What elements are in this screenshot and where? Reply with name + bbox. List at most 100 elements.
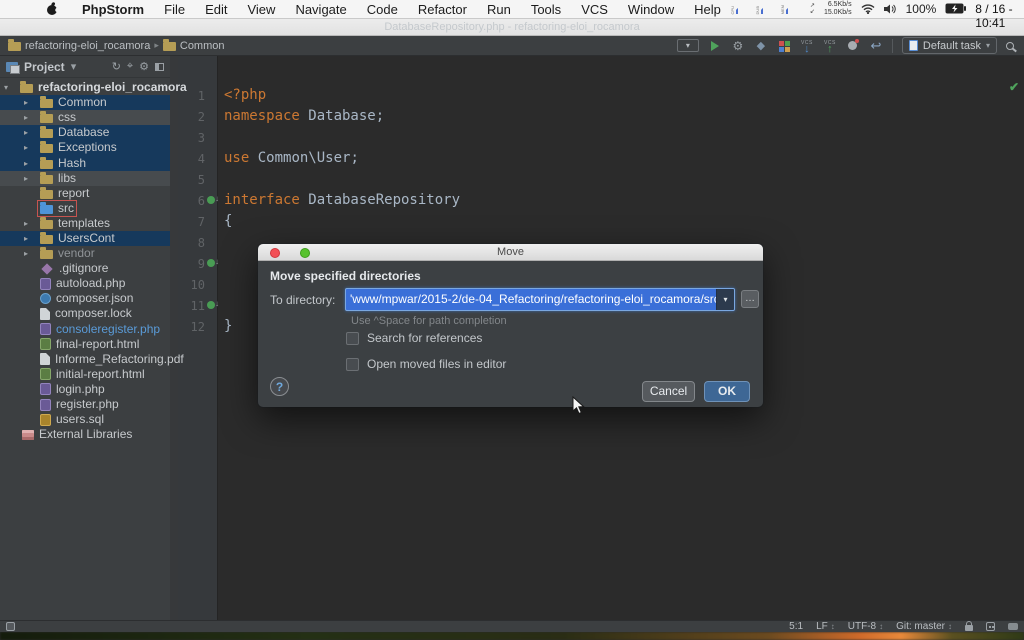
tree-row[interactable]: ▸ Hash <box>0 155 170 170</box>
tree-row[interactable]: consoleregister.php <box>0 322 170 337</box>
method-marker-icon[interactable] <box>207 196 215 204</box>
menu-item[interactable]: Window <box>618 0 684 19</box>
status-widget[interactable]: LF <box>816 621 835 632</box>
line-number[interactable]: 7 <box>178 215 218 229</box>
menu-item[interactable]: File <box>154 0 195 19</box>
open-moved-files-checkbox[interactable]: Open moved files in editor <box>346 357 506 371</box>
volume-icon[interactable] <box>884 2 897 17</box>
line-number[interactable]: 2 <box>178 110 218 124</box>
combobox-dropdown-icon[interactable]: ▾ <box>716 289 734 310</box>
expand-arrow-icon[interactable]: ▸ <box>24 113 38 122</box>
tree-row[interactable]: register.php <box>0 397 170 412</box>
expand-arrow-icon[interactable]: ▾ <box>4 83 18 92</box>
read-only-lock-icon[interactable] <box>965 625 973 631</box>
checkbox-icon[interactable] <box>346 332 359 345</box>
tool-window-toggle-icon[interactable] <box>6 622 15 631</box>
tree-row[interactable]: report <box>0 186 170 201</box>
refresh-icon[interactable]: ↻ <box>112 60 121 73</box>
help-button[interactable]: ? <box>270 377 289 396</box>
network-speeds[interactable]: 6.5Kb/s 15.0Kb/s <box>824 1 852 17</box>
line-number[interactable]: 10 <box>178 278 218 292</box>
lamp-icon[interactable] <box>846 38 860 54</box>
tree-row[interactable]: composer.lock <box>0 306 170 321</box>
status-widget[interactable]: UTF-8 <box>848 621 883 632</box>
search-for-references-checkbox[interactable]: Search for references <box>346 331 482 345</box>
event-log-balloon-icon[interactable] <box>1008 623 1018 630</box>
istat-meter[interactable]: MEM <box>781 4 801 14</box>
battery-percent[interactable]: 100% <box>906 2 937 16</box>
vcs-commit-button[interactable]: VCS ↑ <box>823 38 837 54</box>
zoom-window-icon[interactable] <box>300 248 310 258</box>
status-widget[interactable]: 5:1 <box>789 621 803 632</box>
menu-item[interactable]: VCS <box>571 0 618 19</box>
expand-arrow-icon[interactable]: ▸ <box>24 234 38 243</box>
tree-row[interactable]: ▸ Database <box>0 125 170 140</box>
breadcrumb-item[interactable]: refactoring-eloi_rocamora <box>8 40 150 52</box>
project-scrollbar-track[interactable] <box>170 56 178 620</box>
expand-arrow-icon[interactable]: ▸ <box>24 159 38 168</box>
directory-path-value[interactable]: 'www/mpwar/2015-2/de-04_Refactoring/refa… <box>346 289 716 310</box>
tree-row[interactable]: ▸ templates <box>0 216 170 231</box>
apple-menu-icon[interactable] <box>46 2 58 16</box>
tree-row[interactable]: ▸ Common <box>0 95 170 110</box>
changes-view-icon[interactable] <box>777 38 791 54</box>
search-everywhere-icon[interactable] <box>1006 42 1014 50</box>
tree-row[interactable]: users.sql <box>0 412 170 427</box>
checkbox-icon[interactable] <box>346 358 359 371</box>
locate-file-icon[interactable]: ⌖ <box>127 60 133 73</box>
dialog-title-bar[interactable]: Move <box>258 244 763 261</box>
tree-row[interactable]: ▸ css <box>0 110 170 125</box>
tree-row[interactable]: .gitignore <box>0 261 170 276</box>
menu-item[interactable]: PhpStorm <box>72 0 154 19</box>
line-number[interactable]: 3 <box>178 131 218 145</box>
line-number[interactable]: 8 <box>178 236 218 250</box>
tree-row[interactable]: src <box>0 201 170 216</box>
menu-bar-clock[interactable]: 2015 / 8 / 16 - 10:41 <box>975 0 1016 30</box>
status-widget[interactable]: Git: master <box>896 621 952 632</box>
expand-arrow-icon[interactable]: ▸ <box>24 98 38 107</box>
menu-item[interactable]: Run <box>477 0 521 19</box>
wifi-icon[interactable] <box>861 2 875 17</box>
inspection-status-icon[interactable]: ✔ <box>1009 80 1019 94</box>
hide-panel-icon[interactable] <box>155 63 164 71</box>
run-configuration-dropdown[interactable]: ▾ <box>677 39 699 52</box>
menu-item[interactable]: Help <box>684 0 731 19</box>
method-marker-icon[interactable] <box>207 259 215 267</box>
breadcrumb-item[interactable]: Common <box>163 40 225 52</box>
tree-row[interactable]: autoload.php <box>0 276 170 291</box>
line-number[interactable]: 1 <box>178 89 218 103</box>
menu-item[interactable]: Tools <box>521 0 571 19</box>
tree-row[interactable]: final-report.html <box>0 337 170 352</box>
settings-icon[interactable]: ⚙ <box>731 38 745 54</box>
expand-arrow-icon[interactable]: ▸ <box>24 249 38 258</box>
project-panel-title[interactable]: Project <box>24 60 65 74</box>
default-task-select[interactable]: Default task ▾ <box>902 37 997 54</box>
line-number[interactable]: 4 <box>178 152 218 166</box>
chevron-down-icon[interactable]: ▾ <box>71 60 77 73</box>
tree-row[interactable]: initial-report.html <box>0 367 170 382</box>
expand-arrow-icon[interactable]: ▸ <box>24 219 38 228</box>
close-window-icon[interactable] <box>270 248 280 258</box>
tree-row[interactable]: ▾ refactoring-eloi_rocamora <box>0 80 170 95</box>
cancel-button[interactable]: Cancel <box>642 381 695 402</box>
gear-icon[interactable]: ⚙ <box>139 60 149 73</box>
tree-row[interactable]: ▸ UsersCont <box>0 231 170 246</box>
undo-icon[interactable]: ↩ <box>869 38 883 54</box>
tree-row[interactable]: ▸ Exceptions <box>0 140 170 155</box>
vcs-update-button[interactable]: VCS ↓ <box>800 38 814 54</box>
menu-item[interactable]: Edit <box>195 0 237 19</box>
menu-item[interactable]: View <box>237 0 285 19</box>
browse-button[interactable]: … <box>741 290 759 308</box>
line-number[interactable]: 12 <box>178 320 218 334</box>
line-number[interactable]: 5 <box>178 173 218 187</box>
menu-item[interactable]: Code <box>357 0 408 19</box>
expand-arrow-icon[interactable]: ▸ <box>24 174 38 183</box>
tree-row[interactable]: login.php <box>0 382 170 397</box>
expand-arrow-icon[interactable]: ▸ <box>24 143 38 152</box>
run-button[interactable] <box>708 38 722 54</box>
tree-row[interactable]: ▸ libs <box>0 171 170 186</box>
project-structure-icon[interactable]: ◆ <box>754 38 768 54</box>
tree-row[interactable]: ▸ vendor <box>0 246 170 261</box>
istat-meter[interactable]: CPU <box>731 4 751 14</box>
directory-combobox[interactable]: 'www/mpwar/2015-2/de-04_Refactoring/refa… <box>345 288 735 311</box>
